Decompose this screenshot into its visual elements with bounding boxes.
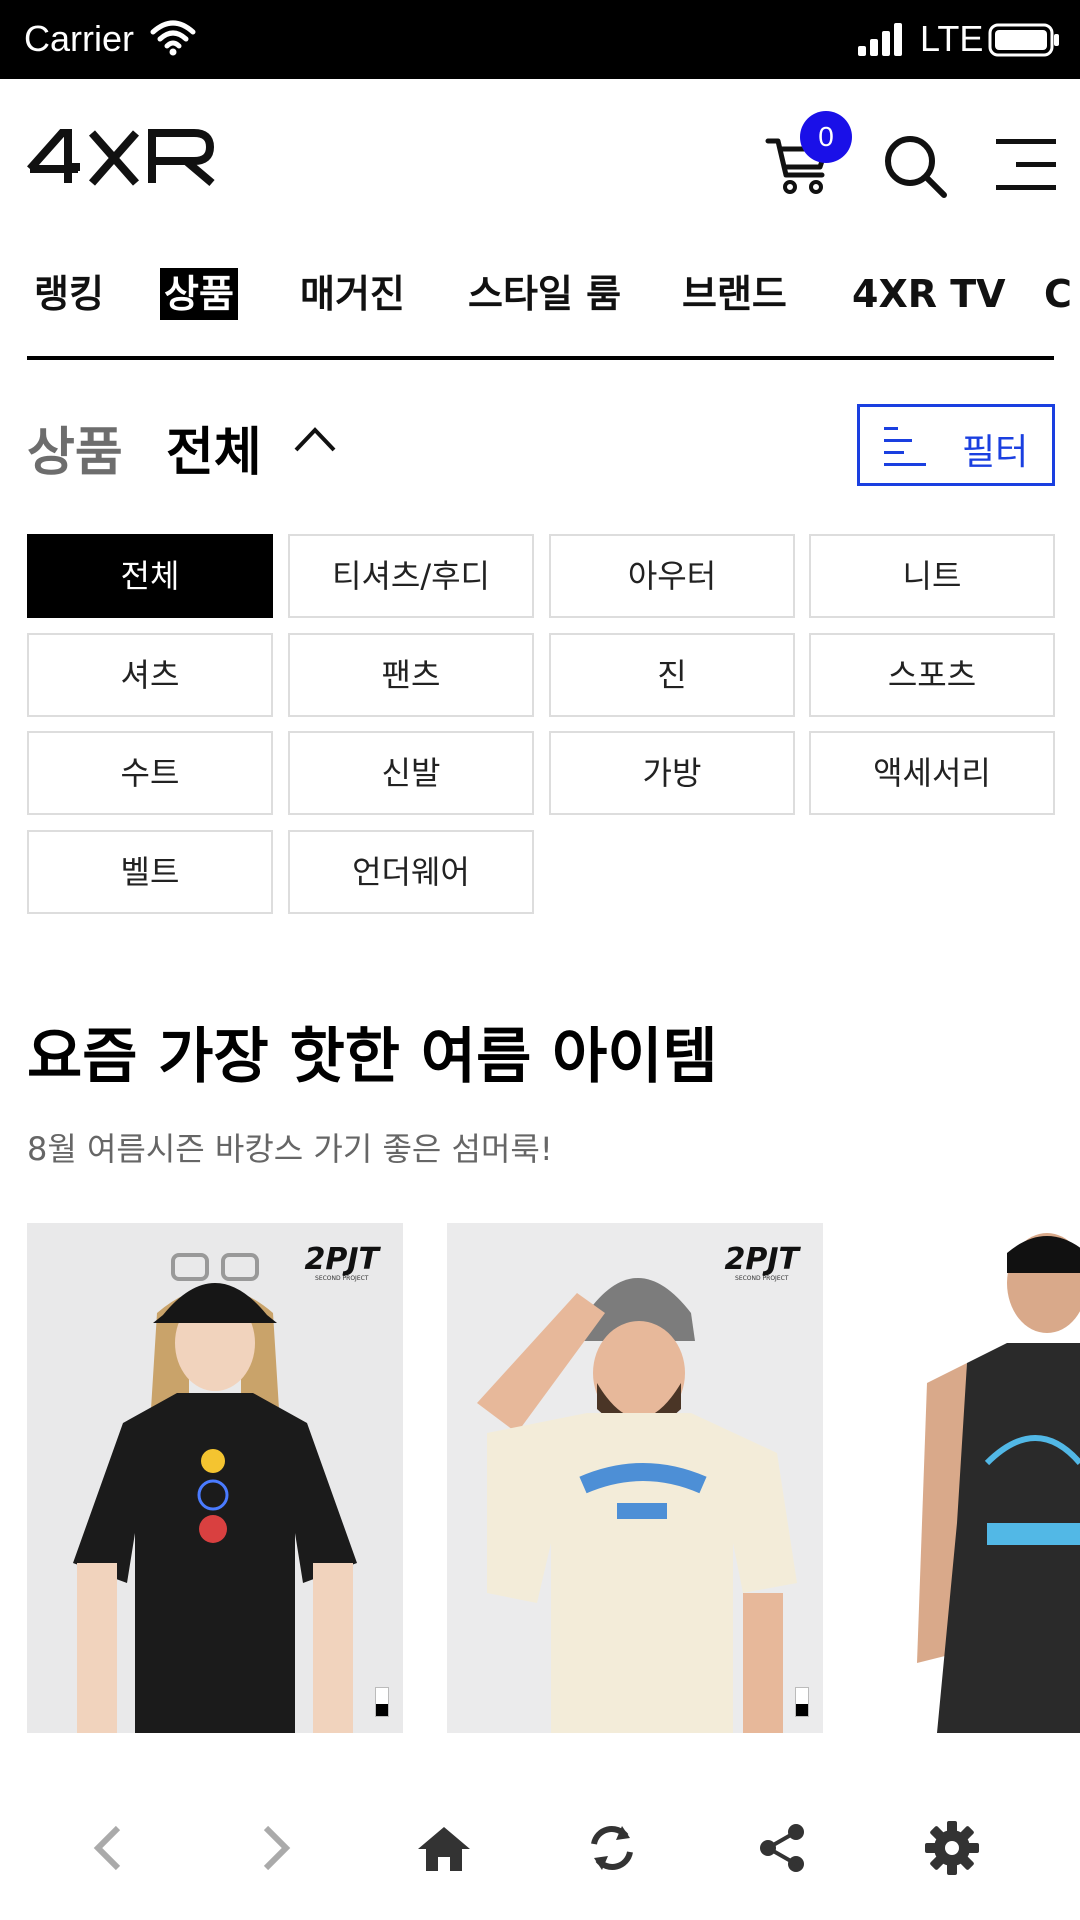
back-icon[interactable]	[76, 1816, 140, 1880]
product-image	[27, 1223, 403, 1733]
brand-name: 2PJT	[304, 1242, 380, 1277]
forward-icon[interactable]	[244, 1816, 308, 1880]
chevron-up-icon[interactable]	[292, 424, 338, 458]
category-chip-sports[interactable]: 스포츠	[809, 633, 1055, 717]
nav-tab-style-room[interactable]: 스타일 룸	[466, 268, 623, 320]
category-chip-bags[interactable]: 가방	[549, 731, 795, 815]
bottom-toolbar	[0, 1780, 1080, 1920]
product-image	[447, 1223, 823, 1733]
status-bar: Carrier LTE	[0, 0, 1080, 79]
main-nav: 랭킹 상품 매거진 스타일 룸 브랜드 4XR TV C	[0, 264, 1080, 360]
nav-tab-products[interactable]: 상품	[160, 268, 238, 320]
product-card[interactable]: 2PJT SECOND PROJECT	[447, 1223, 823, 1733]
filter-label: 필터	[962, 432, 1029, 473]
app-header: 0	[0, 79, 1080, 249]
category-chip-pants[interactable]: 팬츠	[288, 633, 534, 717]
category-chip-all[interactable]: 전체	[27, 534, 273, 618]
page-title[interactable]: 전체	[166, 410, 262, 485]
nav-tab-ranking[interactable]: 랭킹	[32, 268, 106, 320]
nav-divider	[27, 356, 1054, 360]
product-image	[867, 1223, 1080, 1733]
product-card[interactable]	[867, 1223, 1080, 1733]
brand-subtitle: SECOND PROJECT	[735, 1275, 789, 1282]
menu-icon[interactable]	[996, 137, 1056, 197]
search-icon[interactable]	[882, 133, 948, 203]
page-title-prefix: 상품	[27, 423, 123, 483]
filter-icon	[884, 425, 930, 473]
color-swatch	[375, 1687, 389, 1717]
section-title: 요즘 가장 핫한 여름 아이템	[27, 1022, 718, 1092]
nav-tab-magazine[interactable]: 매거진	[298, 268, 407, 320]
category-chip-knit[interactable]: 니트	[809, 534, 1055, 618]
filter-button[interactable]: 필터	[857, 404, 1055, 486]
category-title-row: 상품 전체 필터	[0, 400, 1080, 490]
category-chip-shoes[interactable]: 신발	[288, 731, 534, 815]
carrier-label: Carrier	[24, 18, 135, 59]
brand-tag: 2PJT SECOND PROJECT	[725, 1245, 800, 1283]
brand-name: 2PJT	[724, 1242, 800, 1277]
share-icon[interactable]	[750, 1816, 814, 1880]
category-chip-outer[interactable]: 아우터	[549, 534, 795, 618]
category-chip-suit[interactable]: 수트	[27, 731, 273, 815]
category-chip-shirts[interactable]: 셔츠	[27, 633, 273, 717]
settings-icon[interactable]	[920, 1816, 984, 1880]
section-subtitle: 8월 여름시즌 바캉스 가기 좋은 섬머룩!	[27, 1130, 553, 1168]
nav-tab-4xr-tv[interactable]: 4XR TV	[850, 268, 1008, 320]
network-label: LTE	[920, 18, 984, 59]
product-card[interactable]: 2PJT SECOND PROJECT	[27, 1223, 403, 1733]
refresh-icon[interactable]	[580, 1816, 644, 1880]
brand-tag: 2PJT SECOND PROJECT	[305, 1245, 380, 1283]
brand-logo[interactable]	[26, 127, 218, 193]
home-icon[interactable]	[412, 1816, 476, 1880]
color-swatch	[795, 1687, 809, 1717]
brand-subtitle: SECOND PROJECT	[315, 1275, 369, 1282]
battery-icon	[988, 22, 1062, 62]
signal-icon	[856, 22, 908, 62]
category-chip-accessory[interactable]: 액세서리	[809, 731, 1055, 815]
wifi-icon	[150, 20, 196, 60]
nav-tab-overflow[interactable]: C	[1042, 268, 1074, 320]
nav-tab-brand[interactable]: 브랜드	[680, 268, 789, 320]
category-chip-jeans[interactable]: 진	[549, 633, 795, 717]
category-chip-underwear[interactable]: 언더웨어	[288, 830, 534, 914]
category-chip-belt[interactable]: 벨트	[27, 830, 273, 914]
category-chip-tshirts[interactable]: 티셔츠/후디	[288, 534, 534, 618]
cart-count-badge: 0	[800, 111, 852, 163]
